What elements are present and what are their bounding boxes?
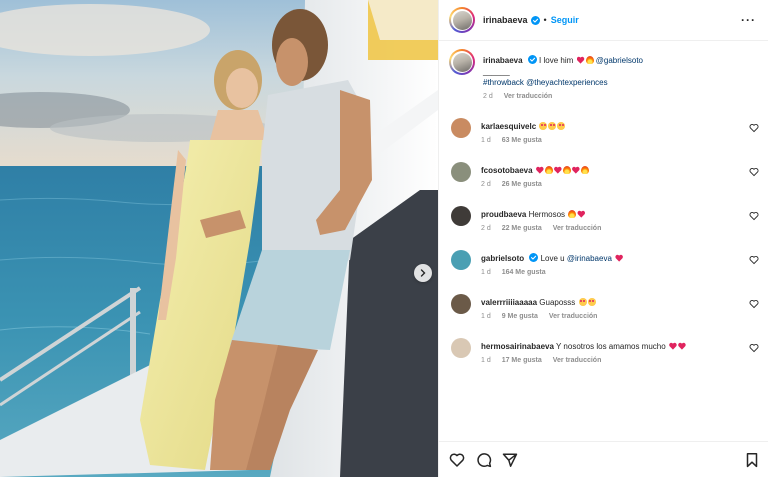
post-side-panel: irinabaeva • Seguir ··· irinabaeva I lov… — [438, 0, 768, 477]
fire-emoji-icon — [544, 166, 553, 174]
fire-emoji-icon — [562, 166, 571, 174]
verified-badge-icon — [527, 55, 537, 64]
comment-time: 1 d — [481, 269, 491, 276]
follow-button[interactable]: Seguir — [551, 15, 579, 25]
comment-item: gabrielsoto Love u @irinabaeva 1 d 164 M… — [449, 249, 761, 289]
commenter-avatar[interactable] — [451, 206, 471, 226]
comment-time: 1 d — [481, 357, 491, 364]
post-caption: irinabaeva I love him @gabrielsoto _____… — [439, 41, 768, 117]
red-heart-emoji-icon — [678, 342, 686, 350]
comments-list[interactable]: irinabaeva I love him @gabrielsoto _____… — [439, 41, 768, 441]
fire-emoji-icon — [568, 210, 577, 218]
comment-username[interactable]: karlaesquivelc — [481, 122, 536, 131]
comment-likes[interactable]: 63 Me gusta — [502, 137, 542, 144]
comment-text: Guaposss — [539, 298, 576, 307]
comment-username[interactable]: proudbaeva — [481, 210, 526, 219]
post-photo — [0, 0, 438, 477]
heart-eyes-emoji-icon — [548, 122, 557, 130]
commenter-avatar[interactable] — [451, 294, 471, 314]
post-media[interactable] — [0, 0, 438, 477]
caption-avatar[interactable] — [449, 49, 475, 75]
author-avatar[interactable] — [449, 7, 475, 33]
comment-time: 2 d — [481, 225, 491, 232]
commenter-avatar[interactable] — [451, 338, 471, 358]
fire-emoji-icon — [585, 56, 594, 64]
comment-time: 1 d — [481, 137, 491, 144]
commenter-avatar[interactable] — [451, 250, 471, 270]
caption-text: I love him — [539, 56, 574, 65]
comment-likes[interactable]: 26 Me gusta — [502, 181, 542, 188]
like-comment-heart-icon[interactable] — [749, 167, 759, 177]
commenter-avatar[interactable] — [451, 162, 471, 182]
heart-eyes-emoji-icon — [539, 122, 548, 130]
share-icon[interactable] — [502, 452, 518, 468]
caption-username[interactable]: irinabaeva — [483, 56, 523, 65]
comment-text: Hermosos — [528, 210, 566, 219]
fire-emoji-icon — [580, 166, 589, 174]
comment-time: 2 d — [481, 181, 491, 188]
comment-time: 1 d — [481, 313, 491, 320]
like-comment-heart-icon[interactable] — [749, 343, 759, 353]
post-header: irinabaeva • Seguir ··· — [439, 0, 768, 41]
comment-icon[interactable] — [476, 452, 492, 468]
red-heart-emoji-icon — [577, 56, 585, 64]
red-heart-emoji-icon — [615, 254, 623, 262]
verified-badge-icon — [529, 253, 539, 262]
like-comment-heart-icon[interactable] — [749, 211, 759, 221]
comment-translate-button[interactable]: Ver traducción — [553, 225, 602, 232]
heart-eyes-emoji-icon — [578, 298, 587, 306]
comment-username[interactable]: fcosotobaeva — [481, 166, 533, 175]
comment-translate-button[interactable]: Ver traducción — [553, 357, 602, 364]
red-heart-emoji-icon — [554, 166, 562, 174]
verified-badge-icon — [530, 15, 540, 25]
bookmark-icon[interactable] — [744, 452, 760, 468]
red-heart-emoji-icon — [577, 210, 585, 218]
chevron-right-icon — [420, 269, 426, 277]
commenter-avatar[interactable] — [451, 118, 471, 138]
comment-likes[interactable]: 22 Me gusta — [502, 225, 542, 232]
caption-hashtags[interactable]: #throwback @theyachtexperiences — [483, 77, 759, 88]
comment-item: fcosotobaeva 2 d 26 Me gusta — [449, 161, 761, 201]
comment-item: proudbaeva Hermosos 2 d 22 Me gusta Ver … — [449, 205, 761, 245]
caption-mention[interactable]: @gabrielsoto — [596, 56, 643, 65]
next-image-button[interactable] — [414, 264, 432, 282]
red-heart-emoji-icon — [669, 342, 677, 350]
comment-mention[interactable]: @irinabaeva — [567, 254, 612, 263]
author-username[interactable]: irinabaeva — [483, 15, 528, 25]
comment-likes[interactable]: 9 Me gusta — [502, 313, 538, 320]
comment-username[interactable]: gabrielsoto — [481, 254, 524, 263]
comment-username[interactable]: hermosairinabaeva — [481, 342, 554, 351]
header-separator: • — [543, 15, 547, 25]
heart-icon[interactable] — [449, 452, 465, 468]
comment-translate-button[interactable]: Ver traducción — [549, 313, 598, 320]
comment-item: valerrriiiiaaaaa Guaposss 1 d 9 Me gusta… — [449, 293, 761, 333]
red-heart-emoji-icon — [536, 166, 544, 174]
heart-eyes-emoji-icon — [557, 122, 566, 130]
caption-divider: ______ — [483, 67, 510, 76]
comment-text: Love u — [540, 254, 565, 263]
more-icon[interactable]: ··· — [741, 13, 756, 27]
comment-likes[interactable]: 17 Me gusta — [502, 357, 542, 364]
comment-item: hermosairinabaeva Y nosotros los amamos … — [449, 337, 761, 377]
caption-translate-button[interactable]: Ver traducción — [504, 93, 553, 100]
heart-eyes-emoji-icon — [587, 298, 596, 306]
post-actions-bar — [439, 441, 768, 477]
comment-username[interactable]: valerrriiiiaaaaa — [481, 298, 537, 307]
comment-item: karlaesquivelc 1 d 63 Me gusta — [449, 117, 761, 157]
comment-likes[interactable]: 164 Me gusta — [502, 269, 546, 276]
like-comment-heart-icon[interactable] — [749, 123, 759, 133]
like-comment-heart-icon[interactable] — [749, 255, 759, 265]
red-heart-emoji-icon — [572, 166, 580, 174]
comment-text: Y nosotros los amamos mucho — [556, 342, 666, 351]
like-comment-heart-icon[interactable] — [749, 299, 759, 309]
caption-time: 2 d — [483, 93, 493, 100]
